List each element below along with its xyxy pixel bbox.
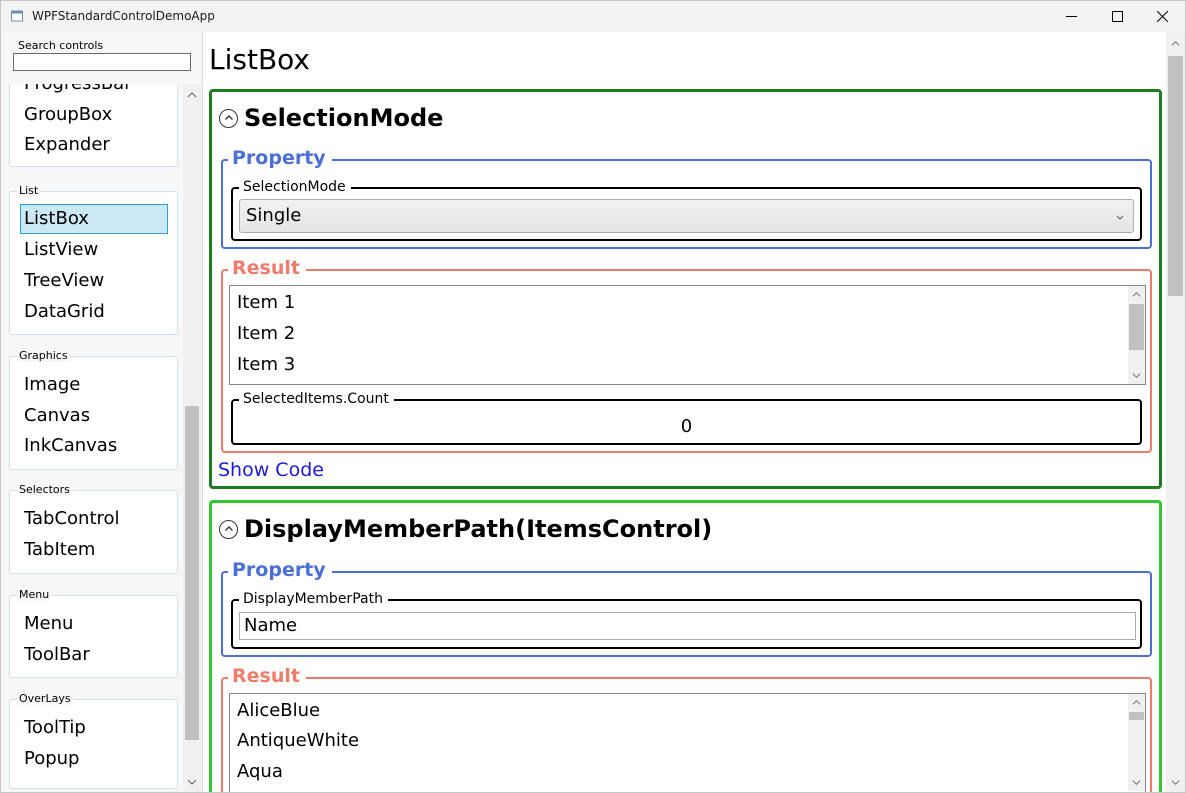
sidebar-item-datagrid[interactable]: DataGrid — [20, 297, 168, 327]
chevron-up-icon — [224, 115, 233, 120]
page-title: ListBox — [209, 43, 310, 76]
sidebar-scroll-thumb[interactable] — [185, 406, 199, 740]
sidebar-scrollbar[interactable] — [183, 84, 201, 792]
section-title: DisplayMemberPath(ItemsControl) — [244, 515, 713, 543]
section-displaymemberpath: DisplayMemberPath(ItemsControl) Property… — [209, 500, 1162, 792]
list-item[interactable]: AntiqueWhite — [237, 729, 359, 753]
section-title: SelectionMode — [244, 104, 444, 132]
category-header-overlays: OverLays — [17, 692, 73, 705]
sidebar-item-toolbar[interactable]: ToolBar — [20, 640, 168, 670]
listbox-scroll-thumb[interactable] — [1129, 712, 1144, 720]
category-group-top: ProgressBar GroupBox Expander — [9, 84, 178, 167]
property-group: Property DisplayMemberPath Name — [221, 558, 1152, 657]
sidebar-item-progressbar[interactable]: ProgressBar — [20, 84, 168, 99]
section-selectionmode: SelectionMode Property SelectionMode Sin… — [209, 89, 1162, 489]
close-button[interactable] — [1139, 1, 1185, 32]
scroll-down-icon[interactable] — [1132, 371, 1141, 380]
property-legend: Property — [228, 146, 332, 170]
category-group-selectors: Selectors TabControl TabItem — [9, 484, 178, 574]
title-bar[interactable]: WPFStandardControlDemoApp — [1, 1, 1185, 32]
result-listbox[interactable]: AliceBlue AntiqueWhite Aqua — [229, 693, 1146, 792]
window-icon — [11, 10, 23, 22]
result-legend: Result — [228, 664, 306, 688]
result-group: Result AliceBlue AntiqueWhite Aqua — [221, 664, 1152, 792]
result-listbox[interactable]: Item 1 Item 2 Item 3 — [229, 285, 1146, 385]
sidebar-item-menu[interactable]: Menu — [20, 609, 168, 639]
search-input[interactable] — [13, 53, 191, 71]
listbox-scrollbar[interactable] — [1128, 286, 1145, 384]
sidebar-item-inkcanvas[interactable]: InkCanvas — [20, 431, 168, 461]
scroll-down-icon[interactable] — [187, 777, 197, 787]
selectionmode-combobox[interactable]: Single — [239, 199, 1134, 233]
list-item[interactable]: Item 1 — [237, 291, 295, 315]
sidebar-item-canvas[interactable]: Canvas — [20, 401, 168, 431]
scroll-up-icon[interactable] — [1132, 698, 1141, 707]
close-icon — [1156, 11, 1168, 22]
scroll-up-icon[interactable] — [1132, 290, 1141, 299]
show-code-link[interactable]: Show Code — [218, 459, 324, 481]
scroll-up-icon[interactable] — [1171, 39, 1180, 48]
list-item[interactable]: Item 2 — [237, 322, 295, 346]
listbox-scroll-thumb[interactable] — [1129, 304, 1144, 350]
list-item[interactable]: Item 3 — [237, 353, 295, 377]
property-group: Property SelectionMode Single — [221, 146, 1152, 249]
displaymemberpath-box: DisplayMemberPath Name — [231, 591, 1142, 649]
sidebar-item-tooltip[interactable]: ToolTip — [20, 713, 168, 743]
sidebar-item-tabcontrol[interactable]: TabControl — [20, 504, 168, 534]
sidebar-item-listbox[interactable]: ListBox — [20, 204, 168, 234]
category-header-list: List — [17, 184, 41, 197]
chevron-down-icon — [1116, 215, 1124, 220]
expander-toggle[interactable] — [219, 519, 238, 539]
minimize-icon — [1065, 16, 1077, 17]
property-legend: Property — [228, 558, 332, 582]
list-item[interactable]: Aqua — [237, 760, 283, 784]
minimize-button[interactable] — [1048, 1, 1094, 32]
window-title: WPFStandardControlDemoApp — [32, 9, 215, 23]
search-group: Search controls — [9, 39, 194, 76]
category-header-selectors: Selectors — [17, 483, 72, 496]
navigation-pane: Search controls ProgressBar GroupBox Exp… — [1, 32, 203, 792]
selected-count-box: SelectedItems.Count 0 — [231, 391, 1142, 445]
category-header-graphics: Graphics — [17, 349, 70, 362]
sidebar-item-image[interactable]: Image — [20, 370, 168, 400]
scroll-up-icon[interactable] — [187, 90, 197, 100]
selected-count-value: 0 — [680, 416, 693, 437]
selectionmode-label: SelectionMode — [239, 179, 351, 195]
result-legend: Result — [228, 256, 306, 280]
category-group-overlays: OverLays ToolTip Popup — [9, 693, 178, 789]
content-scroll-thumb[interactable] — [1168, 56, 1183, 296]
sidebar-item-listview[interactable]: ListView — [20, 235, 168, 265]
category-group-menu: Menu Menu ToolBar — [9, 589, 178, 678]
content-pane: ListBox SelectionMode Property Selection… — [204, 32, 1166, 792]
content-scrollbar[interactable] — [1166, 32, 1185, 792]
app-window: WPFStandardControlDemoApp Search control… — [0, 0, 1186, 793]
category-group-list: List ListBox ListView TreeView DataGrid — [9, 185, 178, 335]
scroll-down-icon[interactable] — [1132, 778, 1141, 787]
selectionmode-box: SelectionMode Single — [231, 179, 1142, 241]
displaymemberpath-input[interactable]: Name — [239, 612, 1136, 640]
chevron-up-icon — [224, 526, 233, 531]
section-header[interactable]: SelectionMode — [219, 103, 443, 133]
control-list[interactable]: ProgressBar GroupBox Expander List ListB… — [1, 84, 183, 792]
maximize-icon — [1111, 11, 1123, 22]
sidebar-item-tabitem[interactable]: TabItem — [20, 535, 168, 565]
expander-toggle[interactable] — [219, 108, 238, 128]
sidebar-item-groupbox[interactable]: GroupBox — [20, 100, 168, 130]
category-group-graphics: Graphics Image Canvas InkCanvas — [9, 350, 178, 470]
listbox-scrollbar[interactable] — [1128, 694, 1145, 791]
maximize-button[interactable] — [1094, 1, 1140, 32]
sidebar-item-expander[interactable]: Expander — [20, 130, 168, 160]
category-header-menu: Menu — [17, 588, 52, 601]
sidebar-item-popup[interactable]: Popup — [20, 744, 168, 774]
list-item[interactable]: AliceBlue — [237, 699, 320, 723]
selected-count-label: SelectedItems.Count — [239, 391, 394, 407]
result-group: Result Item 1 Item 2 Item 3 SelectedItem… — [221, 256, 1152, 453]
displaymemberpath-label: DisplayMemberPath — [239, 591, 388, 607]
scroll-down-icon[interactable] — [1171, 778, 1180, 787]
combobox-value: Single — [246, 205, 302, 226]
search-label: Search controls — [16, 39, 106, 52]
section-header[interactable]: DisplayMemberPath(ItemsControl) — [219, 514, 712, 544]
sidebar-item-treeview[interactable]: TreeView — [20, 266, 168, 296]
